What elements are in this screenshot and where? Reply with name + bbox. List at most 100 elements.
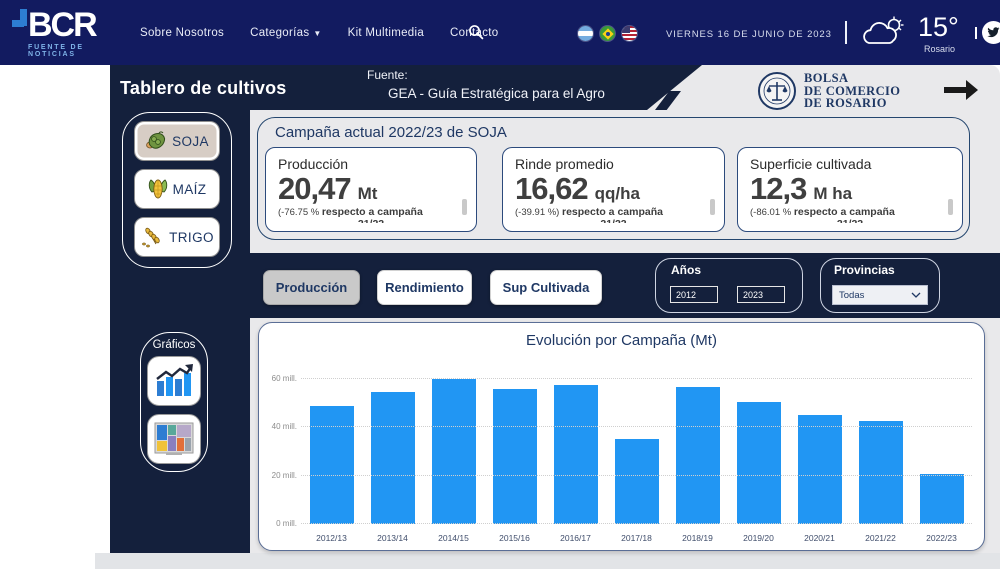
crop-button-trigo[interactable]: TRIGO [134, 217, 220, 257]
crop-button-maiz[interactable]: MAÍZ [134, 169, 220, 209]
page-title: Tablero de cultivos [120, 78, 287, 99]
y-tick-label: 20 mill. [261, 471, 297, 480]
language-flags [578, 26, 637, 41]
bar-2021/22[interactable] [859, 421, 903, 524]
twitter-icon[interactable] [982, 21, 1000, 44]
org-line1: BOLSA [804, 72, 900, 85]
weather-temperature: 15° [918, 12, 959, 43]
bar-slot [423, 364, 484, 524]
kpi-unit: M ha [813, 184, 852, 204]
bar-chart-view-button[interactable] [147, 356, 201, 406]
bar-chart-icon [154, 363, 194, 399]
bar-2019/20[interactable] [737, 402, 781, 524]
years-filter-label: Años [671, 263, 701, 277]
brazil-flag-icon[interactable] [600, 26, 615, 41]
crop-label: SOJA [172, 134, 209, 149]
kpi-value: 16,62 [515, 173, 588, 205]
gridline [301, 475, 972, 476]
kpi-delta-pct: (-86.01 % [750, 207, 791, 218]
nav-item-sobre-nosotros[interactable]: Sobre Nosotros [140, 27, 224, 39]
x-tick-label: 2014/15 [423, 533, 484, 543]
kpi-card-title: Superficie cultivada [750, 156, 950, 172]
chart-xlabels: 2012/132013/142014/152015/162016/172017/… [301, 533, 972, 543]
tab-sup-cultivada[interactable]: Sup Cultivada [490, 270, 602, 305]
chart-plot-area: 0 mill.20 mill.40 mill.60 mill. [301, 364, 972, 524]
gridline [301, 426, 972, 427]
bar-slot [301, 364, 362, 524]
nav-item-categorias[interactable]: Categorías▼ [250, 27, 321, 39]
bcr-dashboard-page: BCR FUENTE DE NOTICIAS Sobre Nosotros Ca… [0, 0, 1000, 569]
provinces-dropdown[interactable]: Todas [832, 285, 928, 305]
year-to-input[interactable] [737, 286, 785, 303]
source-label: Fuente: [367, 68, 408, 82]
x-tick-label: 2017/18 [606, 533, 667, 543]
bar-slot [911, 364, 972, 524]
kpi-card-produccion: Producción 20,47 Mt (-76.75 % respecto a… [265, 147, 477, 232]
forward-arrow-button[interactable] [942, 76, 980, 109]
navbar-divider [845, 21, 847, 44]
treemap-icon [154, 422, 194, 456]
search-icon[interactable] [468, 24, 484, 45]
x-tick-label: 2018/19 [667, 533, 728, 543]
bar-2017/18[interactable] [615, 439, 659, 524]
bar-2016/17[interactable] [554, 385, 598, 524]
bar-slot [484, 364, 545, 524]
bcr-seal-icon [757, 71, 797, 111]
kpi-section-title: Campaña actual 2022/23 de SOJA [275, 124, 507, 141]
y-tick-label: 0 mill. [261, 519, 297, 528]
tab-produccion[interactable]: Producción [263, 270, 360, 305]
bar-slot [850, 364, 911, 524]
x-tick-label: 2020/21 [789, 533, 850, 543]
bar-slot [362, 364, 423, 524]
bar-slot [667, 364, 728, 524]
bar-2013/14[interactable] [371, 392, 415, 524]
treemap-view-button[interactable] [147, 414, 201, 464]
bar-2022/23[interactable] [920, 474, 964, 524]
chart-title: Evolución por Campaña (Mt) [259, 332, 984, 349]
kpi-card-scrollbar[interactable] [948, 199, 953, 215]
kpi-card-scrollbar[interactable] [710, 199, 715, 215]
year-from-input[interactable] [670, 286, 718, 303]
org-line3: DE ROSARIO [804, 97, 900, 110]
crop-button-soja[interactable]: SOJA [134, 121, 220, 161]
charts-panel-label: Gráficos [140, 339, 208, 351]
nav-item-kit-multimedia[interactable]: Kit Multimedia [348, 27, 424, 39]
crop-label: MAÍZ [173, 182, 207, 197]
gridline [301, 378, 972, 379]
bolsa-comercio-logo[interactable]: BOLSA DE COMERCIO DE ROSARIO [757, 71, 900, 111]
y-tick-label: 60 mill. [261, 374, 297, 383]
bcr-logo-subtitle: FUENTE DE NOTICIAS [28, 44, 122, 58]
bar-2020/21[interactable] [798, 415, 842, 524]
provinces-selected-value: Todas [839, 290, 864, 301]
bottom-strip [95, 553, 1000, 569]
bar-2014/15[interactable] [432, 379, 476, 524]
kpi-card-scrollbar[interactable] [462, 199, 467, 215]
kpi-delta-text: respecto a campaña [322, 206, 423, 218]
bar-2015/16[interactable] [493, 389, 537, 524]
tab-rendimiento[interactable]: Rendimiento [377, 270, 472, 305]
x-tick-label: 2016/17 [545, 533, 606, 543]
kpi-card-title: Producción [278, 156, 464, 172]
x-tick-label: 2015/16 [484, 533, 545, 543]
chart-bars [301, 364, 972, 524]
kpi-delta-line2: 21/22 [515, 218, 712, 223]
soy-icon [145, 131, 167, 151]
chevron-down-icon: ▼ [313, 29, 321, 38]
kpi-value: 12,3 [750, 173, 806, 205]
x-tick-label: 2012/13 [301, 533, 362, 543]
x-tick-label: 2021/22 [850, 533, 911, 543]
kpi-card-title: Rinde promedio [515, 156, 712, 172]
bar-slot [606, 364, 667, 524]
x-tick-label: 2013/14 [362, 533, 423, 543]
kpi-delta-line2: 21/22 [278, 218, 464, 223]
bar-2018/19[interactable] [676, 387, 720, 524]
nav-menu: Sobre Nosotros Categorías▼ Kit Multimedi… [140, 0, 524, 65]
kpi-delta-text: respecto a campaña [794, 206, 895, 218]
bcr-logo-text: BCR [28, 7, 96, 43]
argentina-flag-icon[interactable] [578, 26, 593, 41]
bcr-logo-mark-icon [12, 9, 28, 43]
cloud-sun-icon [860, 16, 908, 55]
bcr-logo[interactable]: BCR FUENTE DE NOTICIAS [12, 7, 122, 58]
bar-2012/13[interactable] [310, 406, 354, 524]
usa-flag-icon[interactable] [622, 26, 637, 41]
